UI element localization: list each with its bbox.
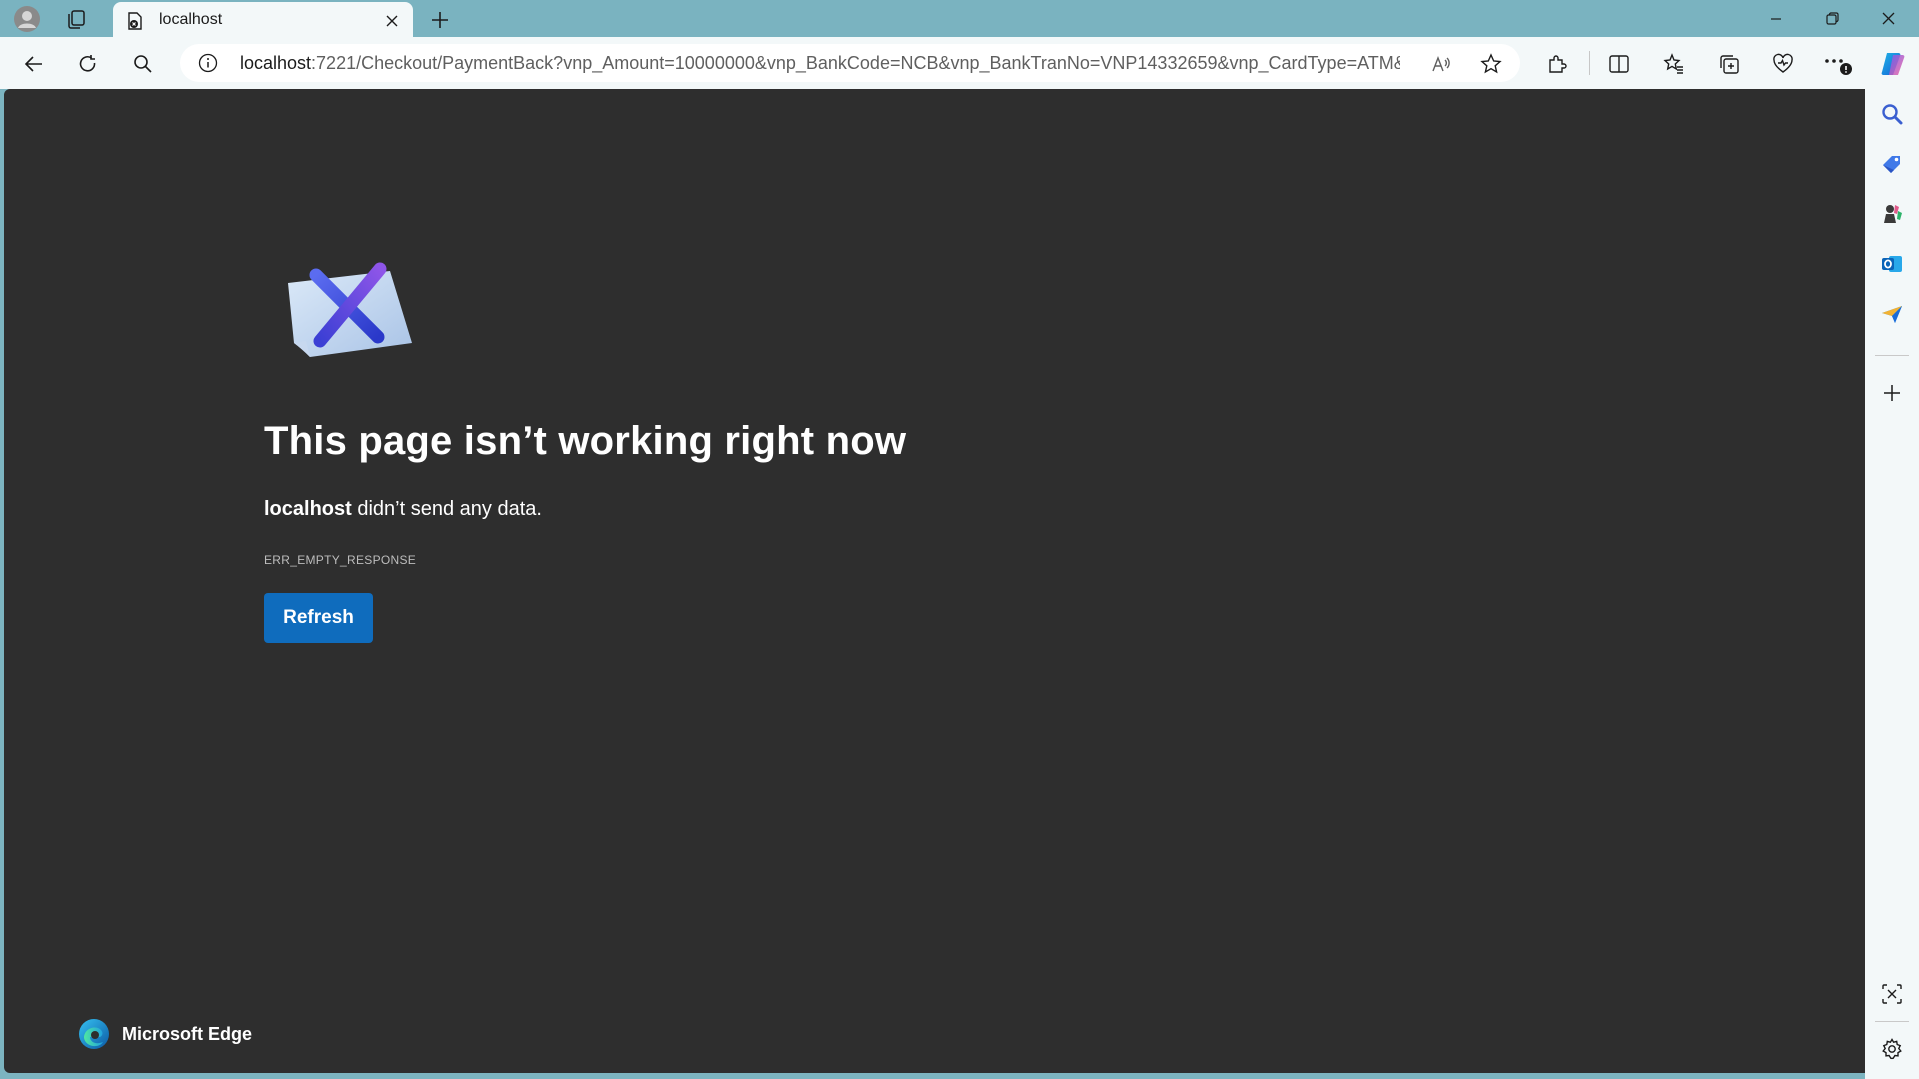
sidebar-divider (1875, 355, 1909, 356)
sidebar-divider-bottom (1875, 1021, 1909, 1022)
toolbar-divider (1589, 51, 1590, 75)
site-info-icon[interactable] (198, 53, 218, 73)
profile-icon[interactable] (12, 4, 42, 34)
sidebar-settings-gear-icon[interactable] (1876, 1033, 1908, 1065)
tab-title: localhost (159, 11, 223, 28)
url-host: localhost (240, 53, 312, 73)
tab-localhost[interactable]: localhost (113, 2, 413, 39)
browser-essentials-icon[interactable] (1765, 46, 1801, 82)
error-description: localhost didn’t send any data. (264, 498, 542, 521)
screenshot-capture-icon[interactable] (1876, 978, 1908, 1010)
favorite-star-icon[interactable] (1476, 49, 1506, 79)
refresh-button[interactable]: Refresh (264, 593, 373, 643)
edge-logo-icon (79, 1019, 109, 1049)
search-icon[interactable] (125, 46, 161, 82)
copilot-icon[interactable] (1875, 46, 1911, 82)
read-aloud-icon[interactable] (1426, 49, 1456, 79)
edge-brand: Microsoft Edge (78, 1018, 252, 1050)
split-screen-icon[interactable] (1601, 46, 1637, 82)
title-bar: localhost (0, 0, 1919, 39)
error-host: localhost (264, 498, 352, 520)
new-tab-button[interactable] (424, 4, 456, 36)
edge-sidebar (1865, 89, 1919, 1079)
close-window-button[interactable] (1860, 0, 1916, 37)
error-page: This page isn’t working right now localh… (4, 89, 1865, 1073)
error-description-text: didn’t send any data. (351, 498, 542, 520)
url-path: :7221/Checkout/PaymentBack?vnp_Amount=10… (311, 53, 1400, 73)
shopping-tag-icon[interactable] (1876, 148, 1908, 180)
back-button[interactable] (16, 46, 52, 82)
url-text[interactable]: localhost:7221/Checkout/PaymentBack?vnp_… (240, 53, 1400, 74)
error-title: This page isn’t working right now (264, 419, 907, 463)
error-x-illustration (288, 262, 412, 357)
page-error-icon (128, 12, 142, 30)
games-icon[interactable] (1876, 198, 1908, 230)
refresh-icon[interactable] (70, 46, 106, 82)
sidebar-search-icon[interactable] (1876, 98, 1908, 130)
favorites-icon[interactable] (1656, 46, 1692, 82)
add-sidebar-app-icon[interactable] (1876, 377, 1908, 409)
more-menu-icon[interactable] (1820, 46, 1856, 82)
outlook-icon[interactable] (1876, 248, 1908, 280)
minimize-button[interactable] (1748, 0, 1804, 37)
drop-send-icon[interactable] (1876, 298, 1908, 330)
workspaces-icon[interactable] (61, 4, 91, 34)
navigation-bar: localhost:7221/Checkout/PaymentBack?vnp_… (0, 37, 1919, 89)
address-bar[interactable]: localhost:7221/Checkout/PaymentBack?vnp_… (180, 44, 1520, 82)
edge-brand-text: Microsoft Edge (122, 1023, 253, 1044)
collections-icon[interactable] (1711, 46, 1747, 82)
error-code: ERR_EMPTY_RESPONSE (264, 553, 417, 567)
extensions-icon[interactable] (1539, 46, 1575, 82)
restore-button[interactable] (1804, 0, 1860, 37)
close-tab-icon[interactable] (381, 10, 403, 32)
